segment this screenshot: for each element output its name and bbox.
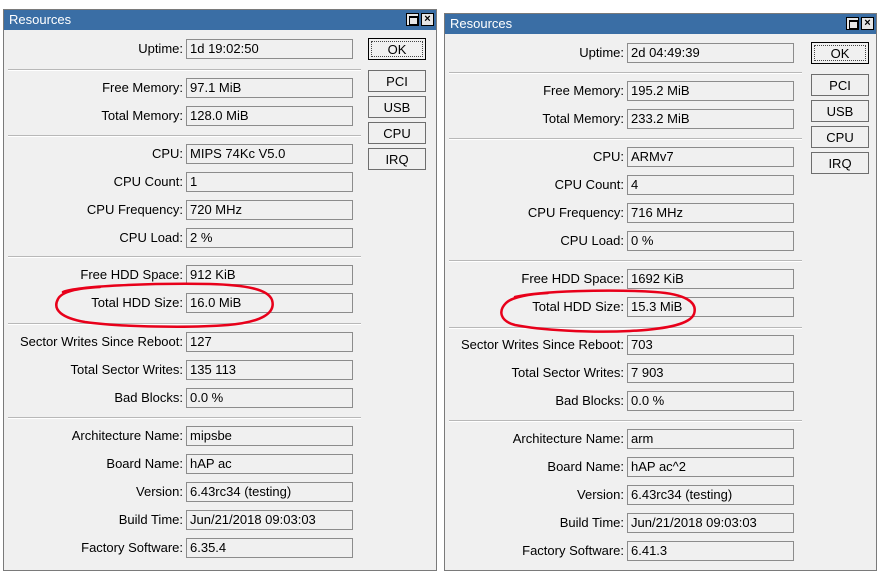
cpu-frequency-field[interactable]: 716 MHz <box>627 203 794 223</box>
free-hdd-field[interactable]: 1692 KiB <box>627 269 794 289</box>
cpu-field[interactable]: MIPS 74Kc V5.0 <box>186 144 353 164</box>
cpu-label: CPU: <box>592 149 624 164</box>
titlebar-right[interactable]: Resources × <box>445 14 876 34</box>
bad-blocks-label: Bad Blocks: <box>114 390 183 405</box>
close-icon[interactable]: × <box>421 13 434 26</box>
version-label: Version: <box>577 487 624 502</box>
cpu-button[interactable]: CPU <box>368 122 426 144</box>
pci-button[interactable]: PCI <box>811 74 869 96</box>
version-field[interactable]: 6.43rc34 (testing) <box>627 485 794 505</box>
bad-blocks-field[interactable]: 0.0 % <box>627 391 794 411</box>
total-hdd-label: Total HDD Size: <box>532 299 624 314</box>
cpu-load-field[interactable]: 0 % <box>627 231 794 251</box>
free-memory-field[interactable]: 97.1 MiB <box>186 78 353 98</box>
build-time-field[interactable]: Jun/21/2018 09:03:03 <box>627 513 794 533</box>
sector-writes-reboot-field[interactable]: 127 <box>186 332 353 352</box>
architecture-label: Architecture Name: <box>512 431 624 446</box>
build-time-label: Build Time: <box>559 515 624 530</box>
separator <box>8 69 361 71</box>
bad-blocks-field[interactable]: 0.0 % <box>186 388 353 408</box>
total-memory-label: Total Memory: <box>101 108 183 123</box>
factory-software-label: Factory Software: <box>522 543 624 558</box>
sector-writes-reboot-label: Sector Writes Since Reboot: <box>460 337 624 352</box>
cpu-button[interactable]: CPU <box>811 126 869 148</box>
uptime-label: Uptime: <box>579 45 624 60</box>
maximize-icon[interactable] <box>406 13 419 26</box>
factory-software-label: Factory Software: <box>81 540 183 555</box>
separator <box>8 256 361 258</box>
resources-window-left: Resources × Uptime: 1d 19:02:50 Free Mem… <box>3 9 437 571</box>
separator <box>8 417 361 419</box>
cpu-count-label: CPU Count: <box>113 174 183 189</box>
cpu-count-field[interactable]: 1 <box>186 172 353 192</box>
board-field[interactable]: hAP ac <box>186 454 353 474</box>
build-time-field[interactable]: Jun/21/2018 09:03:03 <box>186 510 353 530</box>
ok-button[interactable]: OK <box>811 42 869 64</box>
architecture-field[interactable]: arm <box>627 429 794 449</box>
free-hdd-label: Free HDD Space: <box>521 271 624 286</box>
separator <box>449 138 802 140</box>
window-title: Resources <box>450 16 513 31</box>
cpu-load-field[interactable]: 2 % <box>186 228 353 248</box>
uptime-label: Uptime: <box>138 41 183 56</box>
window-title: Resources <box>9 12 72 27</box>
ok-button[interactable]: OK <box>368 38 426 60</box>
separator <box>449 260 802 262</box>
build-time-label: Build Time: <box>118 512 183 527</box>
resources-window-right: Resources × Uptime: 2d 04:49:39 Free Mem… <box>444 13 877 571</box>
free-memory-field[interactable]: 195.2 MiB <box>627 81 794 101</box>
cpu-frequency-label: CPU Frequency: <box>86 202 183 217</box>
cpu-frequency-label: CPU Frequency: <box>527 205 624 220</box>
architecture-field[interactable]: mipsbe <box>186 426 353 446</box>
total-hdd-field[interactable]: 16.0 MiB <box>186 293 353 313</box>
separator <box>449 72 802 74</box>
total-hdd-label: Total HDD Size: <box>91 295 183 310</box>
cpu-field[interactable]: ARMv7 <box>627 147 794 167</box>
factory-software-field[interactable]: 6.35.4 <box>186 538 353 558</box>
free-hdd-field[interactable]: 912 KiB <box>186 265 353 285</box>
free-memory-label: Free Memory: <box>102 80 183 95</box>
total-memory-field[interactable]: 233.2 MiB <box>627 109 794 129</box>
separator <box>8 135 361 137</box>
cpu-label: CPU: <box>151 146 183 161</box>
architecture-label: Architecture Name: <box>71 428 183 443</box>
titlebar-left[interactable]: Resources × <box>4 10 436 30</box>
total-sector-writes-label: Total Sector Writes: <box>511 365 624 380</box>
bad-blocks-label: Bad Blocks: <box>555 393 624 408</box>
maximize-icon[interactable] <box>846 17 859 30</box>
separator <box>8 323 361 325</box>
board-label: Board Name: <box>547 459 624 474</box>
cpu-count-field[interactable]: 4 <box>627 175 794 195</box>
total-sector-writes-field[interactable]: 7 903 <box>627 363 794 383</box>
total-sector-writes-label: Total Sector Writes: <box>70 362 183 377</box>
irq-button[interactable]: IRQ <box>811 152 869 174</box>
total-memory-label: Total Memory: <box>542 111 624 126</box>
board-field[interactable]: hAP ac^2 <box>627 457 794 477</box>
uptime-field[interactable]: 1d 19:02:50 <box>186 39 353 59</box>
usb-button[interactable]: USB <box>811 100 869 122</box>
irq-button[interactable]: IRQ <box>368 148 426 170</box>
free-hdd-label: Free HDD Space: <box>80 267 183 282</box>
cpu-frequency-field[interactable]: 720 MHz <box>186 200 353 220</box>
version-label: Version: <box>136 484 183 499</box>
usb-button[interactable]: USB <box>368 96 426 118</box>
cpu-count-label: CPU Count: <box>554 177 624 192</box>
factory-software-field[interactable]: 6.41.3 <box>627 541 794 561</box>
sector-writes-reboot-label: Sector Writes Since Reboot: <box>19 334 183 349</box>
cpu-load-label: CPU Load: <box>119 230 183 245</box>
pci-button[interactable]: PCI <box>368 70 426 92</box>
free-memory-label: Free Memory: <box>543 83 624 98</box>
close-icon[interactable]: × <box>861 17 874 30</box>
total-hdd-field[interactable]: 15.3 MiB <box>627 297 794 317</box>
board-label: Board Name: <box>106 456 183 471</box>
sector-writes-reboot-field[interactable]: 703 <box>627 335 794 355</box>
separator <box>449 420 802 422</box>
total-memory-field[interactable]: 128.0 MiB <box>186 106 353 126</box>
uptime-field[interactable]: 2d 04:49:39 <box>627 43 794 63</box>
separator <box>449 327 802 329</box>
cpu-load-label: CPU Load: <box>560 233 624 248</box>
total-sector-writes-field[interactable]: 135 113 <box>186 360 353 380</box>
version-field[interactable]: 6.43rc34 (testing) <box>186 482 353 502</box>
